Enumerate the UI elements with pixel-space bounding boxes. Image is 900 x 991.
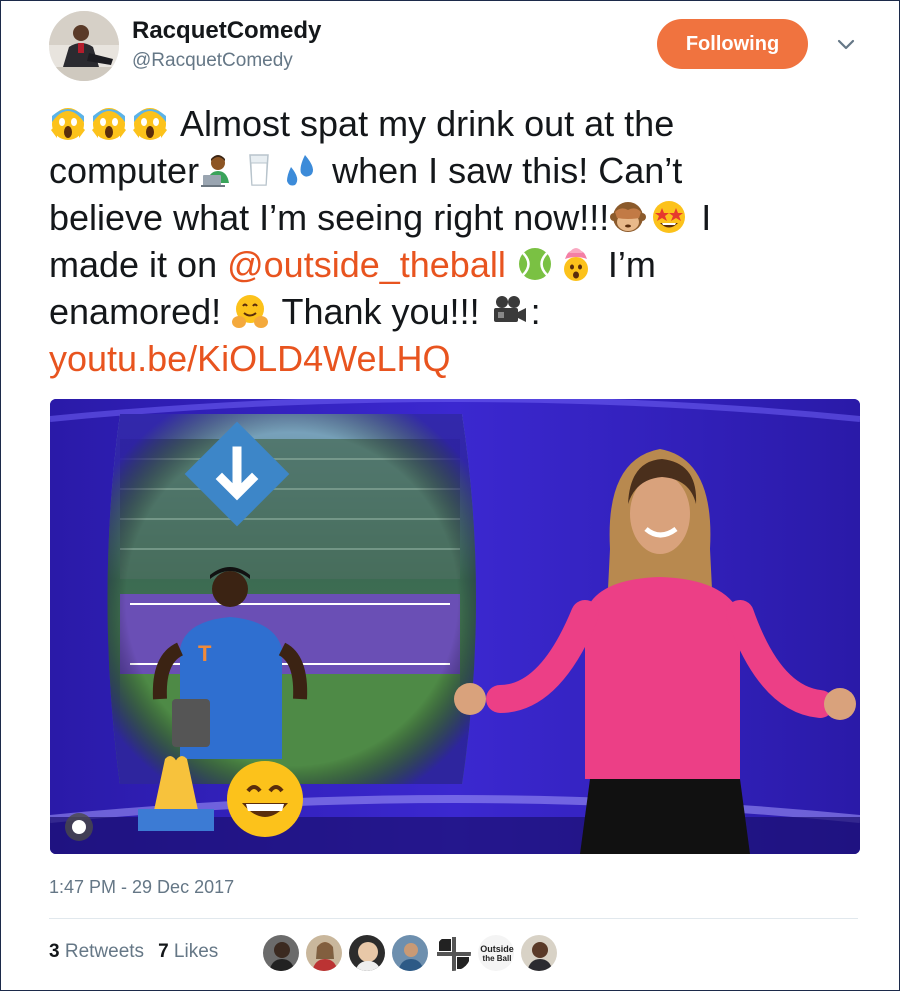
retweets-count: 3	[49, 941, 60, 962]
divider	[49, 918, 858, 919]
likes-count: 7	[158, 941, 169, 962]
face-screaming-emoji	[131, 104, 169, 142]
retweets-stat[interactable]: 3 Retweets	[49, 941, 144, 963]
mention-link[interactable]: @outside_theball	[227, 244, 506, 285]
tweet-text: Almost spat my drink out at the computer…	[49, 100, 849, 382]
tweet-stats: 3 Retweets 7 Likes	[49, 941, 218, 963]
liker-avatar[interactable]	[305, 934, 343, 972]
glass-of-milk-emoji	[240, 151, 278, 189]
liker-avatar[interactable]	[262, 934, 300, 972]
following-button[interactable]: Following	[657, 19, 808, 69]
caret-down-icon[interactable]	[835, 33, 857, 55]
tweet-text-segment: believe what I’m seeing right now!!!	[49, 197, 610, 238]
grinning-face-sticker	[227, 761, 303, 837]
liker-avatar[interactable]	[520, 934, 558, 972]
star-struck-emoji	[650, 198, 688, 236]
man-technologist-emoji	[199, 151, 237, 189]
tweet-timestamp[interactable]: 1:47 PM - 29 Dec 2017	[49, 877, 234, 898]
liker-avatar[interactable]	[348, 934, 386, 972]
avatar[interactable]	[49, 11, 119, 81]
tweet-text-segment: computer	[49, 150, 200, 191]
tweet-text-segment: I’m	[597, 244, 656, 285]
tweet-text-segment: enamored!	[49, 291, 232, 332]
tweet-text-segment: Thank you!!!	[272, 291, 490, 332]
retweets-label: Retweets	[64, 941, 145, 962]
likes-stat[interactable]: 7 Likes	[158, 941, 218, 963]
face-screaming-emoji	[90, 104, 128, 142]
liker-avatar-outside-the-ball[interactable]: Outside the Ball	[477, 934, 515, 972]
video-frame-image: T	[50, 399, 860, 854]
display-name[interactable]: RacquetComedy	[132, 17, 321, 45]
svg-text:T: T	[198, 641, 212, 666]
tweet-text-segment: :	[530, 291, 541, 332]
likers-avatar-list: Outside the Ball	[262, 934, 558, 972]
video-thumbnail[interactable]: T	[50, 399, 860, 854]
avatar-image	[49, 11, 119, 81]
video-link[interactable]: youtu.be/KiOLD4WeLHQ	[49, 338, 451, 379]
liker-logo-text-line-2: the Ball	[483, 954, 512, 963]
tweet-text-segment: I	[691, 197, 712, 238]
screen-name[interactable]: @RacquetComedy	[132, 50, 293, 72]
liker-logo-text-line-1: Outside	[480, 944, 514, 954]
smiley-sticker-icon	[65, 813, 93, 841]
tennis-ball-emoji	[516, 245, 554, 283]
sweat-droplets-emoji	[281, 151, 319, 189]
tweet-text-segment: when I saw this! Can’t	[322, 150, 683, 191]
liker-avatar[interactable]	[391, 934, 429, 972]
hugging-face-emoji	[231, 292, 269, 330]
exploding-head-emoji	[557, 245, 595, 283]
tweet-text-segment: Almost spat my drink out at the	[180, 103, 675, 144]
likes-label: Likes	[173, 941, 219, 962]
face-screaming-emoji	[49, 104, 87, 142]
liker-avatar[interactable]	[434, 934, 472, 972]
see-no-evil-monkey-emoji	[609, 198, 647, 236]
tweet-text-segment: made it on	[49, 244, 228, 285]
movie-camera-emoji	[490, 292, 528, 330]
